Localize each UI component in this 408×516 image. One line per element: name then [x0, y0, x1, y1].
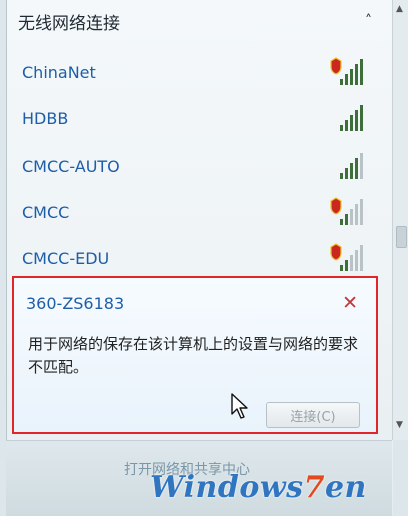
- network-name: CMCC: [22, 202, 70, 222]
- close-icon[interactable]: ✕: [342, 292, 358, 314]
- signal-bar: [350, 69, 353, 85]
- network-item-hdbb[interactable]: HDBB: [18, 96, 378, 140]
- signal-bar: [340, 79, 343, 85]
- signal-bar: [345, 260, 348, 271]
- signal-bar: [340, 173, 343, 179]
- network-item-cmcc-auto[interactable]: CMCC-AUTO: [18, 144, 378, 188]
- panel-title: 无线网络连接: [18, 13, 120, 34]
- signal-bar: [360, 199, 363, 225]
- signal-bar: [355, 250, 358, 271]
- signal-bar: [350, 209, 353, 225]
- signal-bars-graphic: [340, 153, 363, 179]
- signal-bar: [345, 168, 348, 179]
- security-shield-icon: [330, 243, 342, 261]
- signal-bar: [350, 115, 353, 131]
- scroll-up-arrow-icon[interactable]: ▲: [396, 4, 403, 14]
- scrollbar-thumb[interactable]: [396, 226, 407, 248]
- signal-bars-graphic: [330, 197, 363, 225]
- signal-bar: [350, 163, 353, 179]
- signal-icon: [330, 151, 364, 181]
- signal-bar: [345, 74, 348, 85]
- signal-bar: [345, 214, 348, 225]
- signal-icon: [330, 57, 364, 87]
- security-shield-icon: [330, 197, 342, 215]
- signal-bars-graphic: [330, 57, 363, 85]
- signal-bar: [355, 64, 358, 85]
- signal-bar: [360, 245, 363, 271]
- signal-bars-graphic: [330, 243, 363, 271]
- signal-bar: [355, 110, 358, 131]
- network-item-chinanet[interactable]: ChinaNet: [18, 50, 378, 94]
- watermark-seven: 7: [303, 470, 325, 505]
- signal-bar: [360, 105, 363, 131]
- site-watermark: Windows7en: [150, 470, 408, 515]
- network-name: CMCC-EDU: [22, 248, 110, 268]
- collapse-chevron-icon[interactable]: ˄: [365, 13, 372, 29]
- connect-button[interactable]: 连接(C): [266, 402, 360, 428]
- scrollbar[interactable]: ▲ ▼: [392, 0, 408, 440]
- watermark-text: Windows: [150, 470, 304, 505]
- watermark-suffix: en: [324, 470, 367, 505]
- selected-network-card[interactable]: 360-ZS6183 ✕ 用于网络的保存在该计算机上的设置与网络的要求不匹配。 …: [12, 276, 378, 434]
- signal-bar: [340, 265, 343, 271]
- signal-bar: [360, 153, 363, 179]
- mouse-cursor-icon: [231, 393, 248, 419]
- network-item-cmcc-edu[interactable]: CMCC-EDU: [18, 236, 378, 280]
- signal-bar: [340, 125, 343, 131]
- signal-icon: [330, 243, 364, 273]
- signal-bar: [345, 120, 348, 131]
- mismatch-message: 用于网络的保存在该计算机上的设置与网络的要求不匹配。: [28, 335, 359, 376]
- signal-bar: [355, 204, 358, 225]
- scroll-down-arrow-icon[interactable]: ▼: [396, 420, 403, 430]
- network-name: HDBB: [22, 108, 69, 128]
- network-item-cmcc[interactable]: CMCC: [18, 190, 378, 234]
- network-name: CMCC-AUTO: [22, 156, 120, 176]
- signal-icon: [330, 103, 364, 133]
- signal-icon: [330, 197, 364, 227]
- signal-bar: [355, 158, 358, 179]
- signal-bar: [350, 255, 353, 271]
- signal-bars-graphic: [340, 105, 363, 131]
- network-name: ChinaNet: [22, 62, 96, 82]
- security-shield-icon: [330, 57, 342, 75]
- selected-network-name: 360-ZS6183: [26, 294, 125, 313]
- signal-bar: [360, 59, 363, 85]
- signal-bar: [340, 219, 343, 225]
- panel-header: 无线网络连接 ˄: [18, 6, 378, 36]
